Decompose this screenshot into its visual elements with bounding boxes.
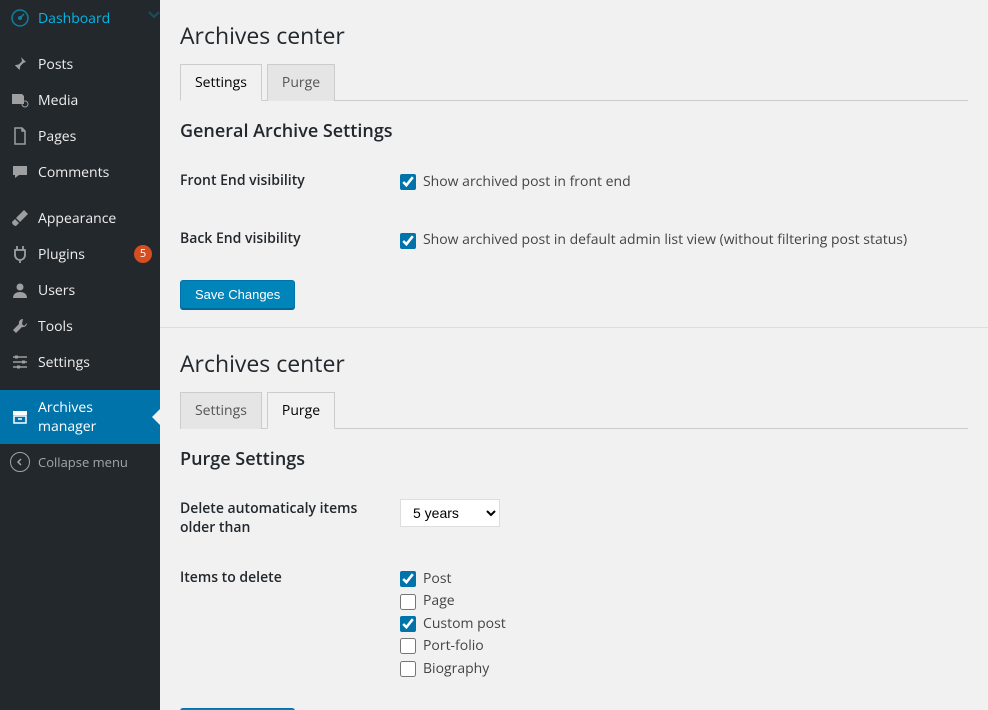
sidebar-item-appearance[interactable]: Appearance: [0, 200, 160, 236]
front-end-checkbox[interactable]: [400, 174, 416, 190]
wrench-icon: [10, 316, 30, 336]
archive-icon: [10, 407, 30, 427]
settings-panel: Archives center Settings Purge General A…: [160, 0, 988, 327]
sliders-icon: [10, 352, 30, 372]
sidebar-item-users[interactable]: Users: [0, 272, 160, 308]
sidebar-item-posts[interactable]: Posts: [0, 46, 160, 82]
sidebar-item-pages[interactable]: Pages: [0, 118, 160, 154]
sidebar-item-label: Settings: [38, 353, 152, 372]
delete-item-checkbox[interactable]: [400, 638, 416, 654]
sidebar-item-label: Archives manager: [38, 398, 152, 436]
delete-item-label: Post: [423, 568, 452, 590]
tab-settings[interactable]: Settings: [180, 64, 262, 101]
tab-purge[interactable]: Purge: [267, 64, 335, 101]
delete-item-custom-post[interactable]: Custom post: [400, 613, 968, 635]
collapse-menu-button[interactable]: Collapse menu: [0, 444, 160, 480]
delete-item-label: Port-folio: [423, 635, 484, 657]
save-changes-button[interactable]: Save Changes: [180, 280, 295, 309]
plug-icon: [10, 244, 30, 264]
users-icon: [10, 280, 30, 300]
front-end-visibility-row: Front End visibility Show archived post …: [180, 153, 968, 211]
older-than-label: Delete automaticaly items older than: [180, 499, 400, 538]
content-area: Archives center Settings Purge General A…: [160, 0, 988, 710]
back-end-visibility-row: Back End visibility Show archived post i…: [180, 211, 968, 269]
sidebar-item-dashboard[interactable]: Dashboard: [0, 0, 160, 36]
front-end-checkbox-wrap[interactable]: Show archived post in front end: [400, 171, 968, 193]
delete-item-page[interactable]: Page: [400, 590, 968, 612]
tabs: Settings Purge: [180, 64, 968, 101]
delete-item-post[interactable]: Post: [400, 568, 968, 590]
delete-item-label: Custom post: [423, 613, 506, 635]
delete-item-checkbox[interactable]: [400, 594, 416, 610]
delete-item-label: Biography: [423, 658, 489, 680]
sidebar-item-label: Tools: [38, 317, 152, 336]
delete-item-biography[interactable]: Biography: [400, 658, 968, 680]
sidebar-item-label: Comments: [38, 163, 152, 182]
update-badge: 5: [134, 245, 152, 263]
purge-panel: Archives center Settings Purge Purge Set…: [160, 328, 988, 710]
tab-settings[interactable]: Settings: [180, 392, 262, 429]
front-end-visibility-label: Front End visibility: [180, 171, 400, 191]
delete-item-label: Page: [423, 590, 455, 612]
front-end-checkbox-label: Show archived post in front end: [423, 171, 631, 193]
sidebar-item-media[interactable]: Media: [0, 82, 160, 118]
delete-item-checkbox[interactable]: [400, 571, 416, 587]
sidebar-item-label: Pages: [38, 127, 152, 146]
pages-icon: [10, 126, 30, 146]
sidebar-item-tools[interactable]: Tools: [0, 308, 160, 344]
media-icon: [10, 90, 30, 110]
sidebar-item-plugins[interactable]: Plugins 5: [0, 236, 160, 272]
collapse-icon: [10, 452, 30, 472]
older-than-row: Delete automaticaly items older than 5 y…: [180, 481, 968, 556]
brush-icon: [10, 208, 30, 228]
sidebar-item-label: Posts: [38, 55, 152, 74]
page-title: Archives center: [180, 338, 968, 383]
delete-item-checkbox[interactable]: [400, 616, 416, 632]
sidebar-item-label: Appearance: [38, 209, 152, 228]
pin-icon: [10, 54, 30, 74]
back-end-checkbox-wrap[interactable]: Show archived post in default admin list…: [400, 229, 968, 251]
sidebar-item-settings[interactable]: Settings: [0, 344, 160, 380]
section-heading: General Archive Settings: [180, 119, 968, 143]
back-end-visibility-label: Back End visibility: [180, 229, 400, 249]
comments-icon: [10, 162, 30, 182]
sidebar-item-label: Media: [38, 91, 152, 110]
delete-item-port-folio[interactable]: Port-folio: [400, 635, 968, 657]
sidebar-item-archives-manager[interactable]: Archives manager: [0, 390, 160, 444]
sidebar-item-label: Plugins: [38, 245, 130, 264]
sidebar-item-comments[interactable]: Comments: [0, 154, 160, 190]
back-end-checkbox-label: Show archived post in default admin list…: [423, 229, 907, 251]
tabs: Settings Purge: [180, 392, 968, 429]
dashboard-icon: [10, 8, 30, 28]
tab-purge[interactable]: Purge: [267, 392, 335, 429]
sidebar-item-label: Dashboard: [38, 9, 152, 28]
sidebar-item-label: Users: [38, 281, 152, 300]
admin-sidebar: Dashboard Posts Media Pages Comments App…: [0, 0, 160, 710]
items-to-delete-row: Items to delete PostPageCustom postPort-…: [180, 556, 968, 698]
older-than-select[interactable]: 5 years: [400, 499, 500, 527]
back-end-checkbox[interactable]: [400, 233, 416, 249]
section-heading: Purge Settings: [180, 447, 968, 471]
page-title: Archives center: [180, 10, 968, 55]
delete-item-checkbox[interactable]: [400, 661, 416, 677]
collapse-label: Collapse menu: [38, 453, 128, 471]
items-to-delete-label: Items to delete: [180, 568, 400, 588]
